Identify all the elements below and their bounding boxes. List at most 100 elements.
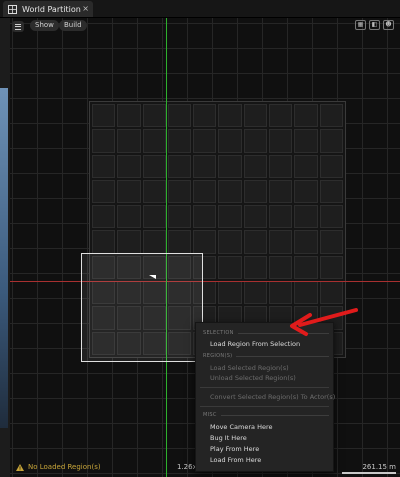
region-cell[interactable]: [92, 230, 116, 254]
menu-item-bug-it-here[interactable]: Bug It Here: [210, 434, 247, 442]
region-cell[interactable]: [243, 281, 268, 305]
menu-item-load-from-here[interactable]: Load From Here: [210, 456, 261, 464]
region-cell[interactable]: [167, 129, 192, 153]
region-cell[interactable]: [269, 129, 293, 153]
tab-world-partition[interactable]: World Partition ×: [3, 1, 93, 17]
region-cell[interactable]: [243, 129, 268, 153]
region-cell[interactable]: [319, 179, 343, 204]
region-cell[interactable]: [243, 154, 268, 178]
player-icon[interactable]: ☻: [383, 20, 394, 30]
status-warning: No Loaded Region(s): [16, 463, 101, 471]
build-button[interactable]: Build: [59, 20, 87, 31]
menu-item-move-camera-here[interactable]: Move Camera Here: [210, 423, 273, 431]
menu-item-unload-selected-regions[interactable]: Unload Selected Region(s): [210, 374, 296, 382]
region-cell[interactable]: [269, 179, 293, 204]
scale-label: 261.15 m: [362, 463, 396, 471]
region-cell[interactable]: [319, 129, 343, 153]
region-cell[interactable]: [218, 205, 242, 229]
region-cell[interactable]: [319, 281, 343, 305]
menu-item-play-from-here[interactable]: Play From Here: [210, 445, 259, 453]
region-cell[interactable]: [319, 230, 343, 254]
region-cell[interactable]: [193, 104, 217, 128]
viewport-sky-strip: [0, 88, 8, 428]
region-cell[interactable]: [294, 281, 318, 305]
menu-item-load-selected-regions[interactable]: Load Selected Region(s): [210, 364, 289, 372]
region-cell[interactable]: [167, 205, 192, 229]
region-cell[interactable]: [269, 255, 293, 280]
region-cell[interactable]: [218, 154, 242, 178]
scale-bar: [342, 472, 396, 474]
region-cell[interactable]: [92, 154, 116, 178]
section-header-selection: SELECTION: [203, 330, 329, 336]
region-cell[interactable]: [117, 154, 141, 178]
region-cell[interactable]: [319, 205, 343, 229]
region-cell[interactable]: [294, 179, 318, 204]
hamburger-icon[interactable]: [12, 21, 24, 32]
region-cell[interactable]: [294, 104, 318, 128]
region-cell[interactable]: [319, 104, 343, 128]
region-cell[interactable]: [218, 281, 242, 305]
region-cell[interactable]: [193, 154, 217, 178]
region-cell[interactable]: [294, 230, 318, 254]
region-cell[interactable]: [142, 104, 166, 128]
region-cell[interactable]: [294, 205, 318, 229]
region-cell[interactable]: [167, 230, 192, 254]
selection-rectangle[interactable]: [81, 253, 203, 362]
minimap-icon[interactable]: ◧: [369, 20, 380, 30]
region-cell[interactable]: [294, 129, 318, 153]
region-cell[interactable]: [167, 154, 192, 178]
region-cell[interactable]: [92, 104, 116, 128]
region-cell[interactable]: [269, 281, 293, 305]
x-axis-line: [10, 281, 400, 282]
show-button[interactable]: Show: [30, 20, 59, 31]
region-cell[interactable]: [294, 255, 318, 280]
region-cell[interactable]: [142, 154, 166, 178]
region-cell[interactable]: [218, 104, 242, 128]
region-cell[interactable]: [117, 179, 141, 204]
region-cell[interactable]: [193, 129, 217, 153]
region-cell[interactable]: [269, 230, 293, 254]
region-view-icon[interactable]: ▦: [355, 20, 366, 30]
context-menu: SELECTION Load Region From Selection REG…: [195, 322, 335, 472]
region-cell[interactable]: [319, 154, 343, 178]
region-cell[interactable]: [142, 205, 166, 229]
region-cell[interactable]: [167, 179, 192, 204]
close-icon[interactable]: ×: [82, 2, 89, 16]
region-cell[interactable]: [142, 230, 166, 254]
region-cell[interactable]: [193, 205, 217, 229]
region-cell[interactable]: [167, 104, 192, 128]
region-cell[interactable]: [218, 179, 242, 204]
region-cell[interactable]: [142, 129, 166, 153]
region-cell[interactable]: [243, 205, 268, 229]
region-cell[interactable]: [243, 255, 268, 280]
region-cell[interactable]: [269, 154, 293, 178]
world-partition-viewport[interactable]: Show Build ▦ ◧ ☻ No Loaded Region(s) 1.2…: [10, 18, 400, 477]
region-cell[interactable]: [243, 104, 268, 128]
region-cell[interactable]: [269, 104, 293, 128]
region-cell[interactable]: [117, 104, 141, 128]
region-cell[interactable]: [92, 179, 116, 204]
region-cell[interactable]: [218, 230, 242, 254]
menu-separator: [200, 387, 329, 388]
mouse-cursor-icon: [149, 275, 156, 279]
editor-viewport-edge: [0, 18, 10, 477]
region-cell[interactable]: [117, 205, 141, 229]
region-cell[interactable]: [193, 179, 217, 204]
menu-item-convert-regions-to-actors[interactable]: Convert Selected Region(s) To Actor(s): [210, 393, 335, 401]
region-cell[interactable]: [117, 230, 141, 254]
region-cell[interactable]: [269, 205, 293, 229]
menu-item-load-region-from-selection[interactable]: Load Region From Selection: [210, 340, 300, 348]
region-cell[interactable]: [218, 255, 242, 280]
region-cell[interactable]: [193, 230, 217, 254]
region-cell[interactable]: [92, 129, 116, 153]
region-cell[interactable]: [243, 230, 268, 254]
region-cell[interactable]: [319, 255, 343, 280]
region-cell[interactable]: [243, 179, 268, 204]
region-cell[interactable]: [117, 129, 141, 153]
world-partition-icon: [8, 4, 17, 14]
region-cell[interactable]: [92, 205, 116, 229]
region-cell[interactable]: [142, 179, 166, 204]
region-cell[interactable]: [218, 129, 242, 153]
tab-title: World Partition: [22, 4, 81, 14]
region-cell[interactable]: [294, 154, 318, 178]
